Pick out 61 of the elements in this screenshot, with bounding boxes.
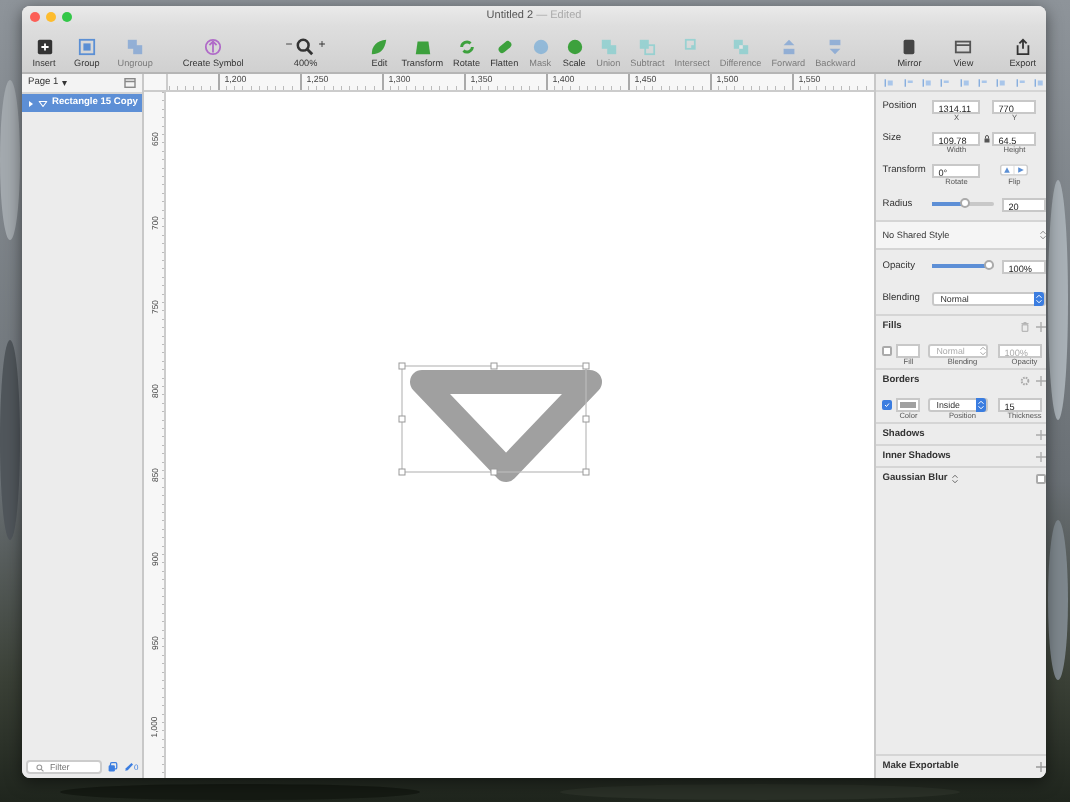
shape-icon — [38, 99, 48, 107]
leaf-icon[interactable] — [370, 38, 389, 56]
color-well[interactable] — [896, 343, 921, 357]
align-icon[interactable] — [884, 77, 895, 87]
window-icon[interactable] — [954, 38, 973, 56]
subtract-icon[interactable] — [638, 38, 657, 56]
add-icon[interactable] — [1036, 429, 1046, 439]
add-icon[interactable] — [1036, 762, 1046, 772]
checkbox[interactable] — [1036, 473, 1046, 483]
align-icon[interactable] — [959, 77, 970, 87]
stepper-icon — [1036, 293, 1043, 303]
plus-square-icon[interactable] — [35, 38, 53, 56]
copy-icon[interactable] — [108, 762, 118, 772]
stepper-icon[interactable] — [951, 473, 958, 483]
align-icon[interactable] — [978, 77, 989, 87]
device-icon[interactable] — [900, 38, 919, 56]
color-well[interactable] — [896, 397, 921, 411]
gear-icon[interactable] — [1020, 375, 1031, 385]
align-icon[interactable] — [922, 77, 933, 87]
stepper-icon — [1040, 230, 1046, 240]
trapezoid-icon[interactable] — [413, 38, 432, 56]
align-icon[interactable] — [1034, 77, 1045, 87]
symbol-icon[interactable] — [204, 38, 223, 56]
lock-icon[interactable] — [983, 133, 990, 143]
rotate-icon[interactable] — [457, 38, 476, 56]
align-icon[interactable] — [1015, 77, 1026, 87]
square-icon[interactable] — [77, 38, 96, 56]
pill-icon[interactable] — [495, 38, 514, 56]
disclosure-icon[interactable] — [28, 99, 34, 107]
checkbox[interactable] — [882, 399, 893, 409]
align-icon[interactable] — [903, 77, 914, 87]
circle-icon[interactable] — [531, 38, 550, 56]
stepper-icon — [980, 345, 987, 355]
layer-up-icon[interactable] — [779, 38, 798, 56]
add-icon[interactable] — [1036, 321, 1046, 331]
add-icon[interactable] — [1036, 375, 1046, 385]
flip-buttons[interactable] — [1000, 164, 1029, 176]
selection-frame[interactable] — [398, 362, 590, 476]
checkbox[interactable] — [882, 345, 893, 355]
pencil-icon[interactable] — [124, 762, 134, 772]
trash-icon[interactable] — [1020, 321, 1031, 331]
squares-icon[interactable] — [126, 38, 145, 56]
close-button[interactable] — [30, 11, 40, 21]
slider-thumb[interactable] — [960, 197, 971, 208]
circle-icon[interactable] — [565, 38, 584, 56]
align-icon[interactable] — [940, 77, 951, 87]
panel-icon[interactable] — [124, 78, 137, 88]
share-icon[interactable] — [1013, 38, 1032, 56]
slider-thumb[interactable] — [983, 259, 994, 270]
search-icon[interactable] — [296, 38, 315, 56]
rounded-triangle-shape[interactable] — [410, 370, 603, 482]
layer-down-icon[interactable] — [826, 38, 845, 56]
zoom-button[interactable] — [62, 11, 72, 21]
add-icon[interactable] — [1036, 451, 1046, 461]
difference-icon[interactable] — [731, 38, 750, 56]
intersect-icon[interactable] — [683, 38, 702, 56]
stepper-icon — [978, 399, 985, 409]
minimize-button[interactable] — [46, 11, 56, 21]
union-icon[interactable] — [599, 38, 618, 56]
align-icon[interactable] — [996, 77, 1007, 87]
search-icon — [36, 763, 44, 771]
